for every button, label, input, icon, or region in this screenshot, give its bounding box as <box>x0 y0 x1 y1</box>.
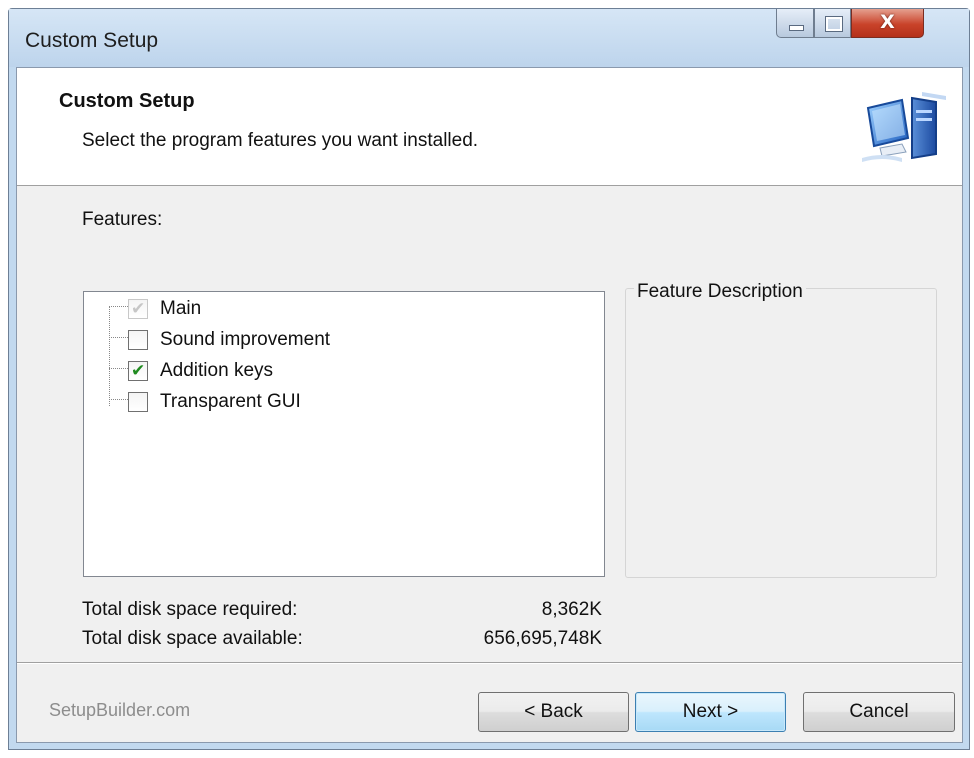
checkmark-icon: ✔ <box>131 361 146 381</box>
computer-icon <box>862 92 946 162</box>
disk-required-value: 8,362K <box>541 599 602 620</box>
feature-checkbox-sound-improvement[interactable] <box>128 330 148 350</box>
dialog-header: Custom Setup Select the program features… <box>17 68 962 186</box>
header-subtitle: Select the program features you want ins… <box>82 130 479 151</box>
feature-item-main[interactable]: ✔ Main <box>84 296 604 324</box>
features-label: Features: <box>82 209 163 230</box>
close-button[interactable]: X <box>851 9 924 38</box>
brand-label: SetupBuilder.com <box>49 700 191 720</box>
feature-label: Transparent GUI <box>160 391 301 412</box>
features-tree[interactable]: ✔ Main Sound improvement ✔ Addition keys… <box>83 291 605 577</box>
setup-window: Custom Setup X Custom Setup Select the p… <box>8 8 970 750</box>
title-bar[interactable]: Custom Setup X <box>9 9 969 67</box>
feature-item-sound-improvement[interactable]: Sound improvement <box>84 327 604 355</box>
maximize-button[interactable] <box>814 9 851 38</box>
feature-checkbox-addition-keys[interactable]: ✔ <box>128 361 148 381</box>
feature-label: Main <box>160 298 202 319</box>
feature-item-addition-keys[interactable]: ✔ Addition keys <box>84 358 604 386</box>
feature-checkbox-transparent-gui[interactable] <box>128 392 148 412</box>
feature-label: Sound improvement <box>160 329 331 350</box>
next-button[interactable]: Next > <box>635 692 786 732</box>
footer-divider <box>17 662 962 664</box>
feature-checkbox-main[interactable]: ✔ <box>128 299 148 319</box>
disk-available-label: Total disk space available: <box>82 628 303 649</box>
disk-required-label: Total disk space required: <box>82 599 298 620</box>
disk-available-value: 656,695,748K <box>483 628 602 649</box>
maximize-icon <box>825 16 843 32</box>
feature-label: Addition keys <box>160 360 274 381</box>
cancel-button[interactable]: Cancel <box>803 692 955 732</box>
dialog-client-area: Custom Setup Select the program features… <box>16 67 963 743</box>
window-title: Custom Setup <box>25 29 159 52</box>
close-icon: X <box>880 11 895 33</box>
checkmark-icon: ✔ <box>131 299 146 319</box>
minimize-button[interactable] <box>776 9 814 38</box>
header-title: Custom Setup <box>59 90 195 112</box>
back-button[interactable]: < Back <box>478 692 629 732</box>
feature-description-box <box>625 288 937 578</box>
feature-item-transparent-gui[interactable]: Transparent GUI <box>84 389 604 417</box>
minimize-icon <box>789 25 804 31</box>
feature-description-label: Feature Description <box>634 281 806 303</box>
